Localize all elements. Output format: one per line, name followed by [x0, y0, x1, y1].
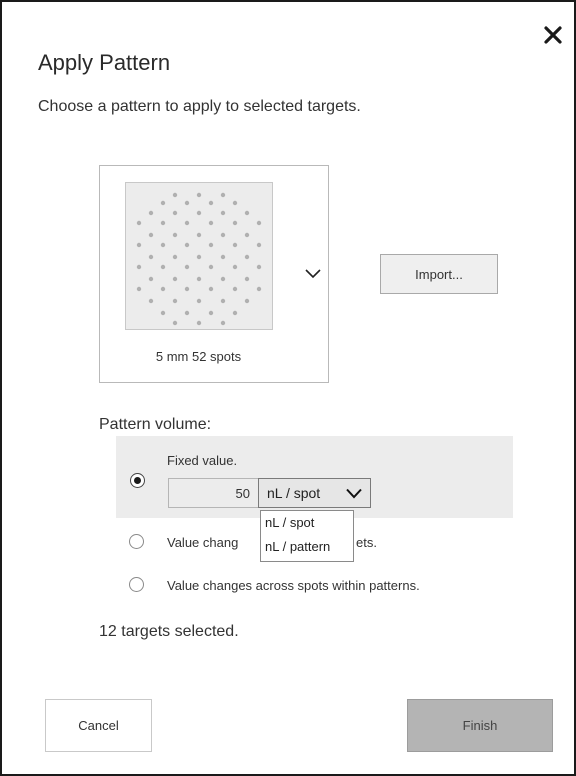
- unit-option-pattern[interactable]: nL / pattern: [261, 535, 353, 559]
- fixed-value-input[interactable]: [168, 478, 259, 508]
- import-button[interactable]: Import...: [380, 254, 498, 294]
- pattern-spot: [232, 220, 238, 226]
- pattern-spot: [184, 242, 190, 248]
- pattern-spot: [136, 242, 142, 248]
- pattern-spot: [232, 310, 238, 316]
- pattern-spot: [208, 286, 214, 292]
- pattern-spot: [184, 310, 190, 316]
- chevron-down-icon: [346, 488, 362, 499]
- pattern-spot: [244, 298, 250, 304]
- pattern-spot: [172, 276, 178, 282]
- pattern-spot: [160, 286, 166, 292]
- pattern-spot: [148, 210, 154, 216]
- pattern-spot: [160, 264, 166, 270]
- pattern-volume-label: Pattern volume:: [99, 416, 212, 433]
- dialog-subtitle: Choose a pattern to apply to selected ta…: [38, 98, 361, 115]
- pattern-spot: [196, 320, 202, 326]
- pattern-spot: [172, 298, 178, 304]
- pattern-spot: [196, 254, 202, 260]
- pattern-spot: [160, 242, 166, 248]
- pattern-spot: [232, 286, 238, 292]
- pattern-name: 5 mm 52 spots: [155, 349, 242, 364]
- pattern-spot: [256, 220, 262, 226]
- spot-pattern-icon: [125, 182, 273, 330]
- unit-dropdown-list: nL / spot nL / pattern: [260, 510, 354, 562]
- pattern-spot: [172, 232, 178, 238]
- apply-pattern-dialog: Apply Pattern Choose a pattern to apply …: [0, 0, 576, 776]
- unit-dropdown[interactable]: nL / spot: [258, 478, 371, 508]
- pattern-selector[interactable]: 5 mm 52 spots: [99, 165, 329, 383]
- pattern-spot: [148, 276, 154, 282]
- pattern-spot: [244, 232, 250, 238]
- pattern-spot: [136, 264, 142, 270]
- pattern-spot: [184, 200, 190, 206]
- cancel-button[interactable]: Cancel: [45, 699, 152, 752]
- unit-option-spot[interactable]: nL / spot: [261, 511, 353, 535]
- pattern-spot: [208, 310, 214, 316]
- pattern-spot: [148, 254, 154, 260]
- across-targets-label-tail: ets.: [356, 535, 377, 550]
- pattern-spot: [244, 210, 250, 216]
- pattern-spot: [220, 276, 226, 282]
- pattern-spot: [256, 264, 262, 270]
- pattern-spot: [256, 242, 262, 248]
- pattern-spot: [220, 298, 226, 304]
- pattern-spot: [148, 232, 154, 238]
- pattern-spot: [208, 242, 214, 248]
- pattern-spot: [208, 220, 214, 226]
- pattern-spot: [148, 298, 154, 304]
- pattern-spot: [196, 276, 202, 282]
- finish-button[interactable]: Finish: [407, 699, 553, 752]
- pattern-spot: [196, 210, 202, 216]
- pattern-spot: [220, 254, 226, 260]
- pattern-spot: [160, 200, 166, 206]
- across-targets-label: Value chang: [167, 535, 239, 550]
- chevron-down-icon[interactable]: [305, 268, 321, 280]
- pattern-spot: [172, 320, 178, 326]
- unit-selected-label: nL / spot: [267, 485, 321, 501]
- dialog-title: Apply Pattern: [38, 50, 171, 75]
- pattern-spot: [136, 286, 142, 292]
- pattern-spot: [184, 286, 190, 292]
- targets-summary: 12 targets selected.: [99, 623, 239, 640]
- pattern-spot: [232, 200, 238, 206]
- pattern-spot: [220, 192, 226, 198]
- pattern-spot: [256, 286, 262, 292]
- across-targets-radio[interactable]: [129, 534, 144, 549]
- pattern-spot: [196, 232, 202, 238]
- pattern-spot: [160, 220, 166, 226]
- close-icon[interactable]: [542, 24, 564, 46]
- pattern-spot: [136, 220, 142, 226]
- fixed-value-label: Fixed value.: [167, 453, 238, 468]
- pattern-spot: [244, 276, 250, 282]
- pattern-spot: [232, 264, 238, 270]
- pattern-spot: [232, 242, 238, 248]
- pattern-spot: [196, 192, 202, 198]
- pattern-spot: [220, 232, 226, 238]
- pattern-spot: [220, 320, 226, 326]
- pattern-spot: [172, 254, 178, 260]
- pattern-spot: [184, 264, 190, 270]
- pattern-spot: [160, 310, 166, 316]
- pattern-spot: [172, 210, 178, 216]
- across-spots-radio[interactable]: [129, 577, 144, 592]
- pattern-spot: [208, 264, 214, 270]
- pattern-spot: [196, 298, 202, 304]
- pattern-spot: [220, 210, 226, 216]
- pattern-spot: [244, 254, 250, 260]
- pattern-spot: [172, 192, 178, 198]
- across-spots-label: Value changes across spots within patter…: [167, 578, 420, 593]
- pattern-spot: [208, 200, 214, 206]
- pattern-spot: [184, 220, 190, 226]
- fixed-value-radio[interactable]: [130, 473, 145, 488]
